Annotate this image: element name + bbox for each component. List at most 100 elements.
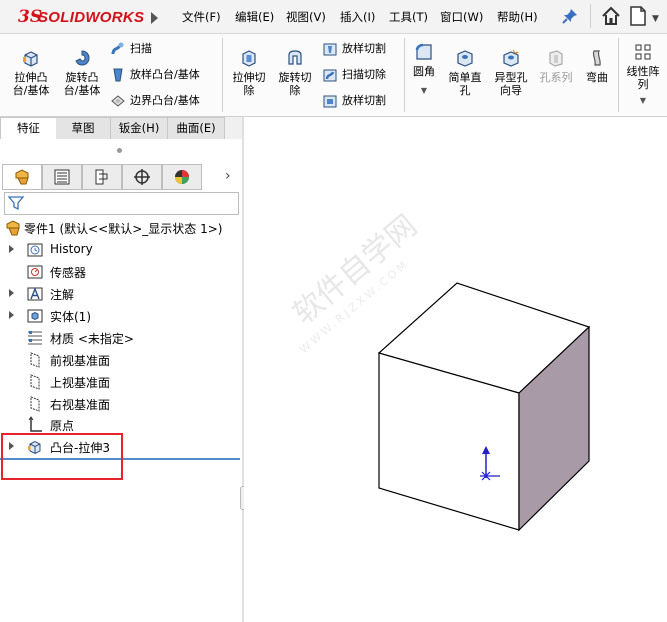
tree-item-front-plane[interactable]: 前视基准面 [0,350,240,370]
sensor-icon [27,265,43,279]
loft-cut-button-1[interactable]: 放样切割 [322,40,386,57]
tree-item-top-plane[interactable]: 上视基准面 [0,372,240,392]
revolve-boss-label: 旋转凸 台/基体 [63,71,101,97]
property-manager-tab[interactable] [42,164,82,190]
tab-surface[interactable]: 曲面(E) [168,117,225,139]
bend-icon [587,48,607,68]
menu-window[interactable]: 窗口(W) [440,9,483,25]
plane-icon [30,374,40,390]
revolve-cut-button[interactable]: 旋转切 除 [272,48,318,97]
highlight-box [1,433,123,480]
sweep-cut-button[interactable]: 扫描切除 [322,66,386,83]
fillet-label: 圆角 [413,65,435,78]
fillet-button[interactable]: 圆角 ▼ [406,42,442,97]
boundary-boss-button[interactable]: 边界凸台/基体 [110,92,200,109]
panel-grip-icon[interactable] [117,148,122,153]
expand-arrow-icon[interactable] [9,311,14,319]
simple-hole-button[interactable]: 简单直 孔 [442,48,488,97]
logo-arrow-icon[interactable] [151,12,158,24]
hole-series-button[interactable]: 孔系列 [534,48,578,84]
configuration-manager-icon [95,169,108,185]
extrude-boss-label: 拉伸凸 台/基体 [12,71,50,97]
loft-cut-label-2: 放样切割 [342,94,386,107]
extrude-boss-icon [21,48,41,68]
loft-cut-button-2[interactable]: 放样切割 [322,92,386,109]
tab-sketch[interactable]: 草图 [56,117,111,139]
tree-item-solid-bodies[interactable]: 实体(1) [0,306,240,326]
extrude-boss-button[interactable]: 拉伸凸 台/基体 [6,48,56,97]
sweep-button[interactable]: 扫描 [110,40,152,57]
command-manager-ribbon: 拉伸凸 台/基体 旋转凸 台/基体 扫描 放样凸台/基体 边界凸台/基体 拉伸切… [0,34,667,117]
hole-series-icon [546,48,566,68]
sensors-label: 传感器 [50,266,87,280]
tree-root-part[interactable]: 零件1 (默认<<默认>_显示状态 1>) [0,218,240,238]
solid-bodies-label: 实体(1) [50,310,91,324]
tree-item-material[interactable]: 材质 <未指定> [0,328,240,348]
origin-label: 原点 [50,419,75,433]
fillet-dropdown-icon[interactable]: ▼ [406,84,442,97]
extrude-cut-button[interactable]: 拉伸切 除 [225,48,273,97]
linear-pattern-dropdown-icon[interactable]: ▼ [620,94,666,107]
boundary-cut-icon [322,93,338,109]
material-label: 材质 <未指定> [50,332,134,346]
command-tabs: 特征 草图 钣金(H) 曲面(E) [0,117,242,139]
filter-icon [8,196,24,211]
annotation-icon [27,287,43,301]
feature-manager-tab[interactable] [2,164,42,190]
hole-series-label: 孔系列 [539,71,573,84]
linear-pattern-icon [633,42,653,62]
feature-filter-input[interactable] [4,192,239,215]
menu-file[interactable]: 文件(F) [182,9,221,25]
menu-tools[interactable]: 工具(T) [389,9,428,25]
menu-insert[interactable]: 插入(I) [340,9,375,25]
solidworks-logo[interactable]: 3S SOLIDWORKS [0,0,160,33]
menu-help[interactable]: 帮助(H) [497,9,538,25]
hole-wizard-button[interactable]: 异型孔 向导 [488,48,534,97]
configuration-manager-tab[interactable] [82,164,122,190]
sweep-cut-label: 扫描切除 [342,68,386,81]
linear-pattern-label: 线性阵 列 [626,65,660,91]
menu-edit[interactable]: 编辑(E) [235,9,274,25]
loft-cut-icon [322,41,338,57]
chevron-right-icon[interactable]: › [225,168,231,184]
solid-body-icon [27,309,43,323]
boundary-boss-label: 边界凸台/基体 [130,94,200,107]
tree-item-origin[interactable]: 原点 [0,415,240,435]
pin-icon[interactable] [560,6,580,26]
front-plane-label: 前视基准面 [50,354,111,368]
dimxpert-manager-tab[interactable] [122,164,162,190]
revolve-boss-icon [72,48,92,68]
loft-boss-button[interactable]: 放样凸台/基体 [110,66,200,83]
plane-icon [30,352,40,368]
tree-item-annotations[interactable]: 注解 [0,284,240,304]
dimxpert-icon [134,169,150,185]
new-dropdown-arrow-icon[interactable]: ▼ [652,14,659,24]
menu-view[interactable]: 视图(V) [286,9,326,25]
cube-model[interactable] [370,280,610,540]
history-icon [27,243,43,257]
history-label: History [50,242,93,256]
part-icon [6,220,20,236]
tree-item-sensors[interactable]: 传感器 [0,262,240,282]
home-icon[interactable] [600,5,622,27]
hole-wizard-label: 异型孔 向导 [494,71,528,97]
tree-item-right-plane[interactable]: 右视基准面 [0,394,240,414]
title-bar: 3S SOLIDWORKS 文件(F) 编辑(E) 视图(V) 插入(I) 工具… [0,0,667,34]
display-manager-tab[interactable] [162,164,202,190]
feature-manager-icon [15,169,29,185]
fillet-icon [414,42,434,62]
tree-item-history[interactable]: History [0,240,240,260]
tab-sheetmetal[interactable]: 钣金(H) [111,117,168,139]
revolve-boss-button[interactable]: 旋转凸 台/基体 [57,48,107,97]
linear-pattern-button[interactable]: 线性阵 列 ▼ [620,42,666,107]
bend-button[interactable]: 弯曲 [578,48,616,84]
annotations-label: 注解 [50,288,75,302]
simple-hole-icon [455,48,475,68]
tab-features[interactable]: 特征 [0,117,57,139]
property-manager-icon [54,169,70,185]
new-document-icon[interactable] [628,5,648,27]
loft-cut-label-1: 放样切割 [342,42,386,55]
expand-arrow-icon[interactable] [9,245,14,253]
expand-arrow-icon[interactable] [9,289,14,297]
part-label: 零件1 (默认<<默认>_显示状态 1>) [24,222,223,236]
